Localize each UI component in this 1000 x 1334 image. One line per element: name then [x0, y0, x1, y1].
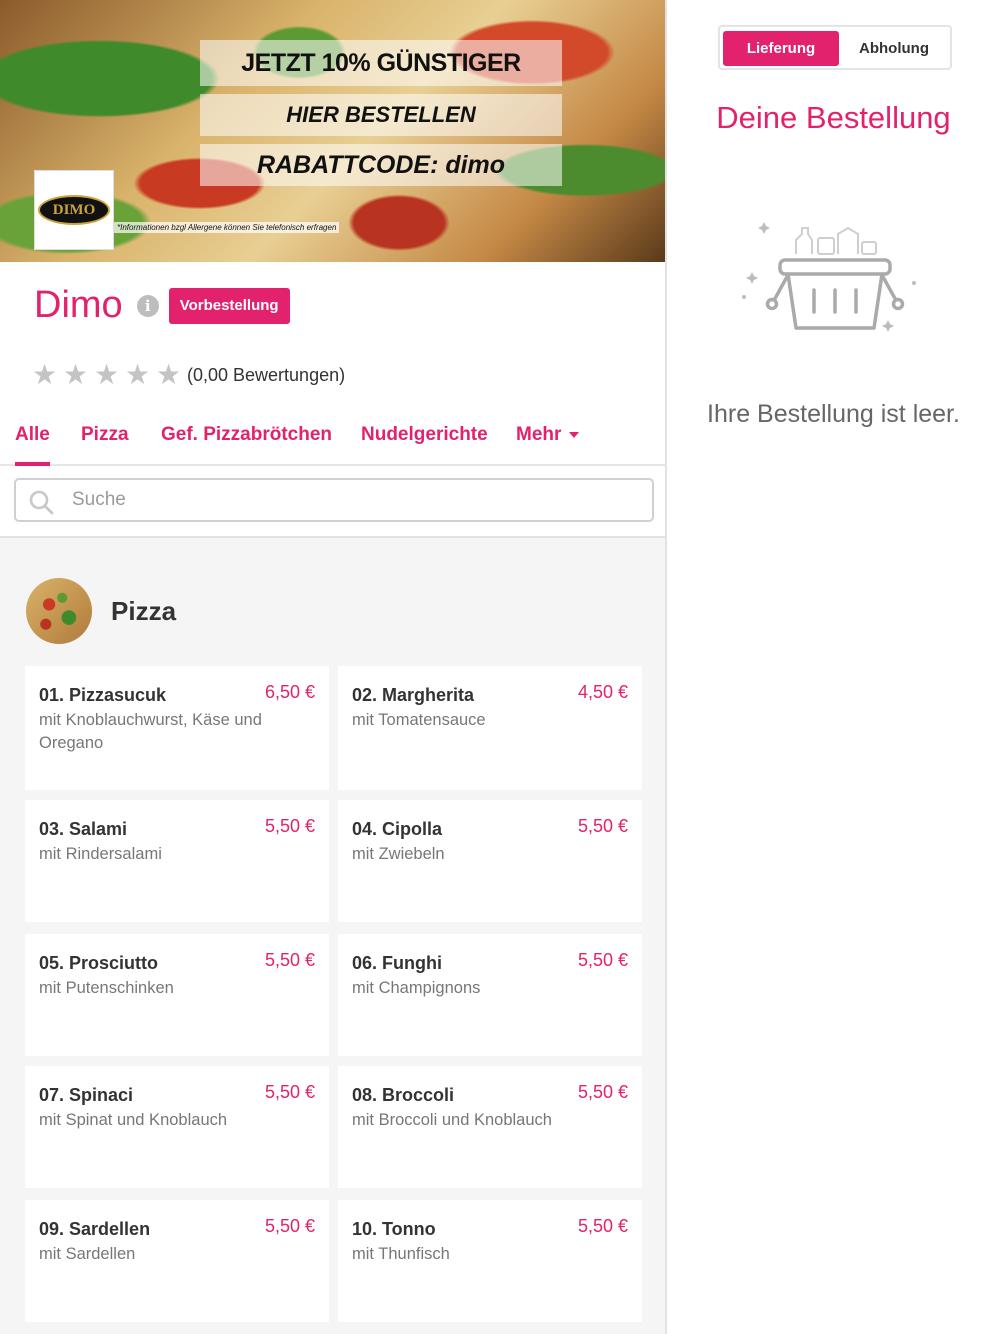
menu-item-price: 5,50 €: [577, 950, 628, 970]
star-icon: ★: [32, 358, 58, 391]
restaurant-name: Dimo: [34, 284, 123, 326]
menu-item-name: 05. Prosciutto: [39, 953, 159, 973]
tab-label: Mehr: [516, 424, 562, 445]
tab-label: Alle: [15, 424, 50, 445]
star-icon: ★: [63, 358, 89, 391]
search-box: [14, 478, 654, 522]
info-icon[interactable]: i: [136, 294, 159, 317]
menu-item-card[interactable]: 02. Margherita 4,50 € mit Tomatensauce: [338, 666, 642, 790]
menu-item-price: 5,50 €: [264, 1216, 315, 1236]
menu-item-card[interactable]: 06. Funghi 5,50 € mit Champignons: [338, 934, 642, 1056]
menu-item-description: mit Champignons: [352, 979, 481, 997]
menu-item-price: 4,50 €: [577, 682, 628, 702]
empty-order-text: Ihre Bestellung ist leer.: [707, 400, 960, 428]
menu-item-price: 5,50 €: [264, 816, 315, 836]
order-title: Deine Bestellung: [716, 100, 951, 135]
hero-promo-line-3: RABATTCODE: dimo: [200, 144, 562, 186]
category-tabs: Alle Pizza Gef. Pizzabrötchen Nudelgeric…: [0, 416, 665, 466]
tab-gef-pizzabroetchen[interactable]: Gef. Pizzabrötchen: [161, 416, 332, 464]
rating-count: (0,00 Bewertungen): [187, 364, 346, 385]
category-title: Pizza: [111, 595, 177, 626]
menu-item-name: 04. Cipolla: [352, 819, 443, 839]
menu-item-name: 10. Tonno: [352, 1219, 436, 1239]
menu-item-card[interactable]: 03. Salami 5,50 € mit Rindersalami: [25, 800, 329, 922]
rating-row: ★ ★ ★ ★ ★ (0,00 Bewertungen): [32, 361, 345, 389]
menu-item-name: 02. Margherita: [352, 685, 475, 705]
menu-item-description: mit Broccoli und Knoblauch: [352, 1111, 552, 1129]
menu-item-card[interactable]: 09. Sardellen 5,50 € mit Sardellen: [25, 1200, 329, 1322]
menu-item-card[interactable]: 08. Broccoli 5,50 € mit Broccoli und Kno…: [338, 1066, 642, 1188]
menu-item-description: mit Thunfisch: [352, 1245, 450, 1263]
menu-item-description: mit Rindersalami: [39, 845, 162, 863]
tab-label: Gef. Pizzabrötchen: [161, 424, 333, 445]
chevron-down-icon: [569, 431, 580, 438]
search-icon: [29, 490, 54, 515]
menu-item-name: 06. Funghi: [352, 953, 442, 973]
menu-item-description: mit Putenschinken: [39, 979, 174, 997]
menu-item-price: 5,50 €: [577, 1216, 628, 1236]
category-header: Pizza: [26, 578, 176, 644]
menu-section: Pizza 01. Pizzasucuk 6,50 € mit Knoblauc…: [0, 536, 665, 1334]
restaurant-title-row: Dimo i Vorbestellung: [34, 284, 290, 327]
menu-item-price: 5,50 €: [577, 816, 628, 836]
menu-item-description: mit Sardellen: [39, 1245, 136, 1263]
hero-promo-line-2: HIER BESTELLEN: [200, 94, 562, 136]
search-input[interactable]: [72, 480, 632, 520]
logo-mark: DIMO: [38, 195, 110, 225]
menu-item-price: 5,50 €: [577, 1082, 628, 1102]
menu-item-card[interactable]: 01. Pizzasucuk 6,50 € mit Knoblauchwurst…: [25, 666, 329, 790]
menu-item-price: 6,50 €: [264, 682, 315, 702]
pickup-button[interactable]: Abholung: [842, 31, 946, 66]
menu-item-name: 01. Pizzasucuk: [39, 685, 167, 705]
restaurant-panel: JETZT 10% GÜNSTIGER HIER BESTELLEN RABAT…: [0, 0, 667, 1334]
menu-item-name: 08. Broccoli: [352, 1085, 455, 1105]
tab-label: Nudelgerichte: [361, 424, 488, 445]
hero-promo-line-1: JETZT 10% GÜNSTIGER: [200, 40, 562, 86]
menu-item-card[interactable]: 05. Prosciutto 5,50 € mit Putenschinken: [25, 934, 329, 1056]
menu-item-name: 07. Spinaci: [39, 1085, 134, 1105]
menu-item-description: mit Zwiebeln: [352, 845, 445, 863]
menu-item-description: mit Spinat und Knoblauch: [39, 1111, 228, 1129]
tab-alle[interactable]: Alle: [15, 416, 50, 466]
menu-item-name: 09. Sardellen: [39, 1219, 151, 1239]
category-image: [26, 578, 92, 644]
menu-item-price: 5,50 €: [264, 1082, 315, 1102]
tab-nudelgerichte[interactable]: Nudelgerichte: [361, 416, 488, 464]
star-icon: ★: [125, 358, 151, 391]
app-root: JETZT 10% GÜNSTIGER HIER BESTELLEN RABAT…: [0, 0, 1000, 1334]
tab-mehr[interactable]: Mehr: [516, 416, 580, 464]
menu-item-description: mit Tomatensauce: [352, 711, 486, 729]
menu-item-card[interactable]: 04. Cipolla 5,50 € mit Zwiebeln: [338, 800, 642, 922]
tab-pizza[interactable]: Pizza: [81, 416, 129, 464]
tab-label: Pizza: [81, 424, 129, 445]
hero-banner: JETZT 10% GÜNSTIGER HIER BESTELLEN RABAT…: [0, 0, 665, 262]
empty-basket-icon: [742, 222, 916, 332]
menu-item-card[interactable]: 07. Spinaci 5,50 € mit Spinat und Knobla…: [25, 1066, 329, 1188]
delivery-button[interactable]: Lieferung: [723, 31, 839, 66]
menu-item-price: 5,50 €: [264, 950, 315, 970]
menu-item-card[interactable]: 10. Tonno 5,50 € mit Thunfisch: [338, 1200, 642, 1322]
star-icon: ★: [156, 358, 182, 391]
menu-item-description: mit Knoblauchwurst, Käse und Oregano: [39, 711, 262, 752]
menu-item-name: 03. Salami: [39, 819, 128, 839]
star-icon: ★: [94, 358, 120, 391]
delivery-mode-toggle: Lieferung Abholung: [718, 25, 952, 70]
preorder-button[interactable]: Vorbestellung: [168, 287, 290, 324]
restaurant-logo: DIMO: [34, 170, 114, 250]
allergen-note: *Informationen bzgl Allergene können Sie…: [114, 222, 340, 233]
